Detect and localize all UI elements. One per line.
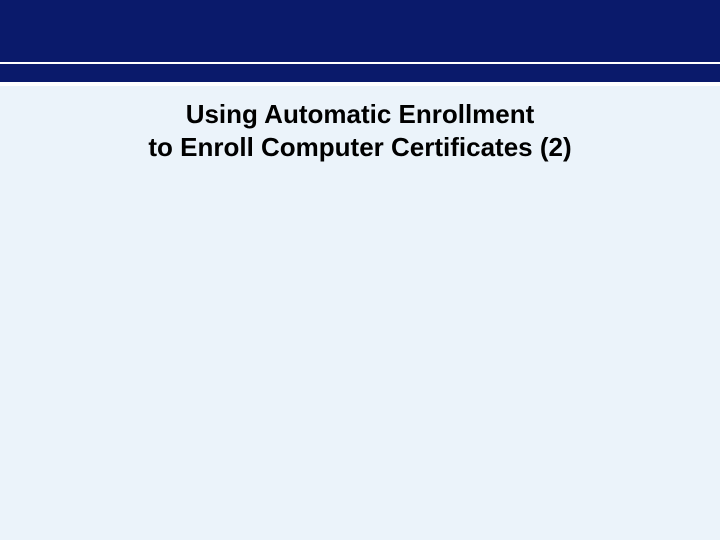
header-band [0,0,720,86]
slide-title: Using Automatic Enrollment to Enroll Com… [0,98,720,163]
slide-title-line2: to Enroll Computer Certificates (2) [148,131,571,164]
slide-title-line1: Using Automatic Enrollment [186,98,535,131]
